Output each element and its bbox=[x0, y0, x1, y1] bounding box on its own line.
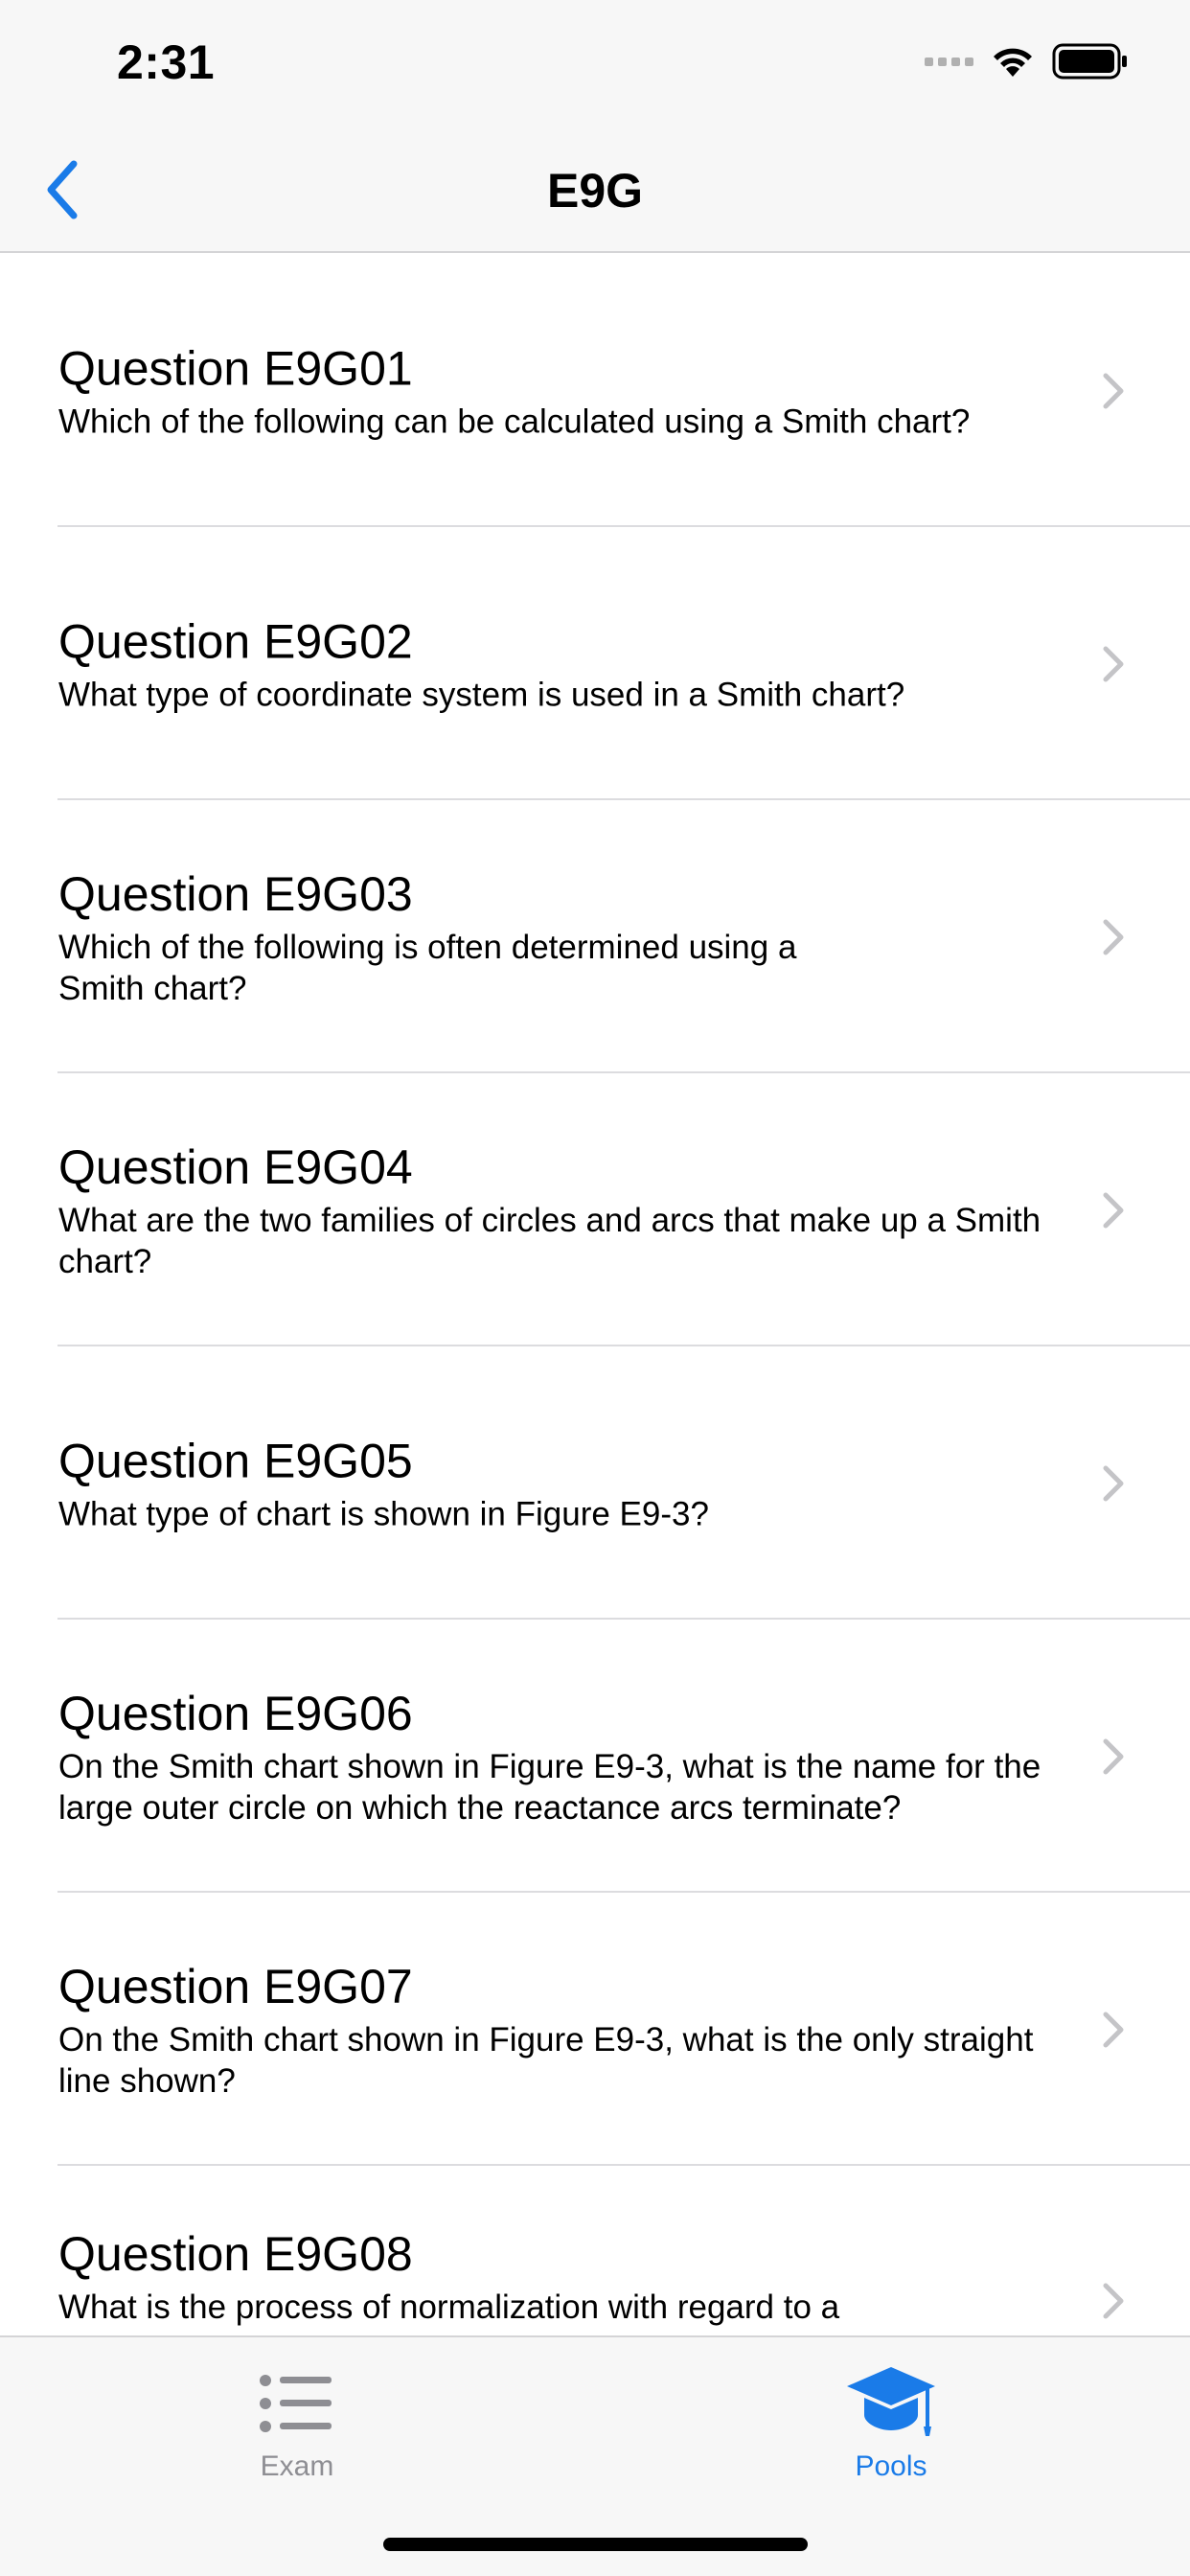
status-bar: 2:31 bbox=[0, 0, 1190, 126]
wifi-icon bbox=[994, 48, 1032, 77]
question-row-text: Question E9G02 What type of coordinate s… bbox=[58, 612, 1075, 715]
question-row[interactable]: Question E9G08 What is the process of no… bbox=[0, 2166, 1190, 2335]
question-row-text: Question E9G01 Which of the following ca… bbox=[58, 339, 1075, 442]
question-row[interactable]: Question E9G04 What are the two families… bbox=[0, 1073, 1190, 1346]
graduation-cap-icon bbox=[795, 2360, 987, 2447]
question-title: Question E9G01 bbox=[58, 341, 413, 395]
question-title: Question E9G05 bbox=[58, 1434, 413, 1487]
question-title: Question E9G06 bbox=[58, 1686, 413, 1740]
question-row[interactable]: Question E9G01 Which of the following ca… bbox=[0, 254, 1190, 527]
status-time: 2:31 bbox=[117, 35, 216, 89]
chevron-right-icon bbox=[1103, 373, 1124, 408]
question-title: Question E9G03 bbox=[58, 866, 413, 921]
question-title: Question E9G08 bbox=[58, 2227, 413, 2281]
chevron-right-icon bbox=[1103, 1738, 1124, 1774]
question-row-text: Question E9G06 On the Smith chart shown … bbox=[58, 1685, 1075, 1828]
chevron-right-icon bbox=[1103, 2283, 1124, 2319]
tab-label: Exam bbox=[260, 2450, 334, 2482]
question-row-text: Question E9G07 On the Smith chart shown … bbox=[58, 1958, 1075, 2102]
question-text: On the Smith chart shown in Figure E9-3,… bbox=[58, 1747, 1041, 1827]
status-icons bbox=[925, 42, 1129, 80]
question-row-text: Question E9G05 What type of chart is sho… bbox=[58, 1432, 1075, 1534]
question-text: What is the process of normalization wit… bbox=[58, 2288, 840, 2326]
question-text: What are the two families of circles and… bbox=[58, 1201, 1041, 1280]
list-icon bbox=[201, 2360, 393, 2447]
cellular-signal-icon bbox=[925, 57, 973, 66]
page-title: E9G bbox=[546, 164, 644, 218]
question-row[interactable]: Question E9G05 What type of chart is sho… bbox=[0, 1346, 1190, 1620]
question-title: Question E9G02 bbox=[58, 614, 413, 668]
question-list[interactable]: Question E9G01 Which of the following ca… bbox=[0, 254, 1190, 2335]
question-text: Which of the following is often determin… bbox=[58, 928, 797, 1007]
navigation-bar: E9G bbox=[0, 126, 1190, 253]
tab-label: Pools bbox=[855, 2450, 927, 2482]
question-row-text: Question E9G08 What is the process of no… bbox=[58, 2225, 1075, 2328]
question-text: Which of the following can be calculated… bbox=[58, 402, 971, 440]
chevron-right-icon bbox=[1103, 1192, 1124, 1228]
question-row[interactable]: Question E9G02 What type of coordinate s… bbox=[0, 527, 1190, 800]
question-row[interactable]: Question E9G07 On the Smith chart shown … bbox=[0, 1893, 1190, 2166]
chevron-right-icon bbox=[1103, 919, 1124, 954]
question-row-text: Question E9G03 Which of the following is… bbox=[58, 865, 874, 1009]
chevron-right-icon bbox=[1103, 1465, 1124, 1501]
question-title: Question E9G04 bbox=[58, 1139, 413, 1194]
question-row[interactable]: Question E9G06 On the Smith chart shown … bbox=[0, 1620, 1190, 1893]
question-text: What type of chart is shown in Figure E9… bbox=[58, 1495, 709, 1532]
question-row[interactable]: Question E9G03 Which of the following is… bbox=[0, 800, 1190, 1073]
home-indicator[interactable] bbox=[383, 2538, 808, 2551]
tab-exam[interactable]: Exam bbox=[201, 2360, 393, 2495]
chevron-right-icon bbox=[1103, 646, 1124, 681]
battery-icon bbox=[1052, 43, 1127, 80]
question-text: On the Smith chart shown in Figure E9-3,… bbox=[58, 2020, 1034, 2100]
screen: 2:31 E9G Question E9G01 Which of the fol… bbox=[0, 0, 1190, 2576]
chevron-right-icon bbox=[1103, 2012, 1124, 2047]
question-row-text: Question E9G04 What are the two families… bbox=[58, 1138, 1075, 1282]
question-title: Question E9G07 bbox=[58, 1959, 413, 2013]
question-text: What type of coordinate system is used i… bbox=[58, 676, 905, 713]
tab-pools[interactable]: Pools bbox=[795, 2360, 987, 2495]
